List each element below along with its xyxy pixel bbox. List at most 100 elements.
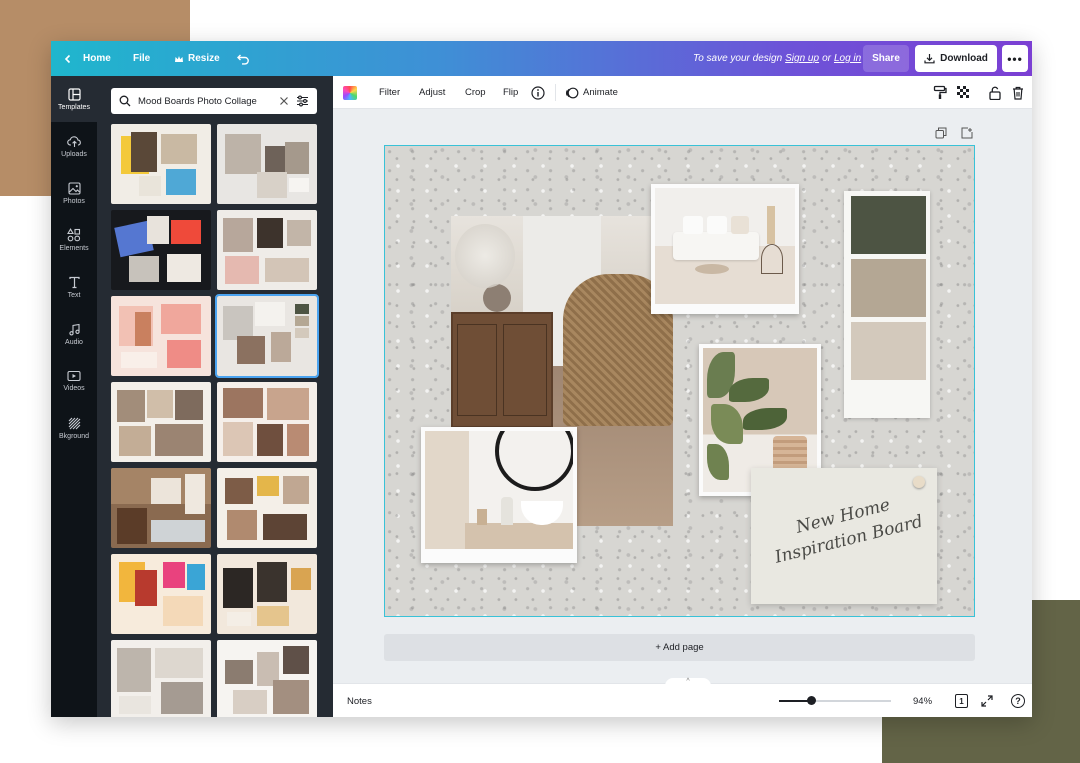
color-swatch-button[interactable] — [343, 76, 357, 109]
add-page-icon[interactable] — [961, 127, 973, 139]
template-thumbnail[interactable] — [217, 124, 317, 204]
undo-button[interactable] — [237, 41, 250, 76]
sidebar-item-uploads[interactable]: Uploads — [51, 123, 97, 169]
crop-button[interactable]: Crop — [465, 76, 486, 109]
template-thumbnail-selected[interactable] — [215, 294, 319, 378]
top-header-bar: Home File Resize To save your design Sig… — [51, 41, 1032, 76]
push-pin-icon — [913, 476, 925, 488]
filter-button[interactable]: Filter — [379, 76, 400, 109]
video-icon — [67, 370, 81, 382]
sidebar-item-elements[interactable]: Elements — [51, 217, 97, 263]
download-label: Download — [940, 53, 988, 64]
filter-sliders-icon[interactable] — [296, 95, 309, 107]
unlock-icon — [989, 86, 1001, 100]
animate-icon — [566, 87, 579, 98]
toolbar-divider — [555, 84, 556, 101]
download-button[interactable]: Download — [915, 45, 997, 72]
template-search-box[interactable] — [111, 88, 317, 114]
adjust-label: Adjust — [419, 87, 446, 98]
zoom-percentage[interactable]: 94% — [913, 684, 932, 717]
sidebar-item-label: Uploads — [61, 150, 87, 158]
sidebar-item-label: Photos — [63, 197, 85, 205]
upload-cloud-icon — [66, 135, 81, 147]
template-thumbnail[interactable] — [111, 124, 211, 204]
adjust-button[interactable]: Adjust — [419, 76, 445, 109]
notes-drawer-handle[interactable]: ^ — [665, 678, 711, 686]
zoom-slider[interactable] — [779, 696, 891, 705]
trash-icon — [1013, 86, 1023, 100]
share-button[interactable]: Share — [863, 45, 909, 72]
duplicate-page-icon[interactable] — [935, 127, 947, 139]
lock-button[interactable] — [989, 76, 1001, 109]
wall-decor — [455, 224, 515, 288]
animate-button[interactable]: Animate — [565, 76, 618, 109]
inspiration-note-card[interactable]: New Home Inspiration Board — [751, 468, 937, 604]
resize-button[interactable]: Resize — [174, 41, 220, 76]
home-button[interactable]: Home — [63, 41, 111, 76]
sidebar-item-audio[interactable]: Audio — [51, 311, 97, 357]
template-thumbnail[interactable] — [217, 468, 317, 548]
more-dots-icon: ••• — [1007, 51, 1023, 66]
clear-search-icon[interactable] — [279, 96, 289, 106]
checkerboard-transparency-icon — [957, 86, 969, 98]
image-icon — [67, 181, 81, 195]
transparency-button[interactable] — [957, 76, 970, 109]
zoom-slider-handle[interactable] — [807, 696, 817, 705]
log-in-link[interactable]: Log in — [834, 53, 861, 64]
sign-up-link[interactable]: Sign up — [785, 53, 819, 64]
template-thumbnail[interactable] — [217, 554, 317, 634]
sidebar-item-photos[interactable]: Photos — [51, 170, 97, 216]
flip-button[interactable]: Flip — [503, 76, 518, 109]
more-options-button[interactable]: ••• — [1002, 45, 1028, 72]
delete-button[interactable] — [1012, 76, 1024, 109]
template-thumbnail[interactable] — [111, 554, 211, 634]
sidebar-item-background[interactable]: Bkground — [51, 405, 97, 451]
template-thumbnail[interactable] — [111, 640, 211, 717]
notes-button[interactable]: Notes — [347, 684, 372, 717]
sidebar-item-videos[interactable]: Videos — [51, 358, 97, 404]
template-thumbnail[interactable] — [111, 296, 211, 376]
fullscreen-button[interactable] — [981, 684, 993, 717]
editor-window: Home File Resize To save your design Sig… — [51, 41, 1032, 717]
bathroom-photo — [425, 431, 573, 549]
template-thumbnail[interactable] — [217, 382, 317, 462]
template-search-input[interactable] — [138, 95, 268, 107]
color-palette-card[interactable] — [844, 191, 930, 418]
side-navigation-rail: Templates Uploads Photos Elements Text A… — [51, 76, 97, 717]
templates-icon — [67, 87, 81, 101]
sidebar-item-label: Bkground — [59, 432, 89, 440]
cabinet-door — [503, 324, 547, 416]
save-design-prompt: To save your design Sign up or Log in — [693, 41, 864, 76]
animate-label: Animate — [583, 87, 618, 98]
sidebar-item-templates[interactable]: Templates — [51, 76, 97, 122]
info-icon — [531, 85, 545, 100]
sofa-polaroid[interactable] — [651, 184, 799, 314]
mood-board-design[interactable]: New Home Inspiration Board — [384, 145, 975, 617]
help-button[interactable]: ? — [1011, 684, 1025, 717]
file-menu-button[interactable]: File — [133, 41, 150, 76]
chevron-left-icon — [64, 54, 71, 63]
bathroom-polaroid[interactable] — [421, 427, 577, 563]
add-page-button[interactable]: + Add page — [384, 634, 975, 661]
paint-roller-icon — [933, 85, 947, 99]
color-swatch-taupe — [851, 259, 926, 317]
search-icon — [119, 95, 131, 107]
undo-icon — [237, 54, 249, 65]
or-text: or — [822, 53, 831, 64]
color-swatch-dark-olive — [851, 196, 926, 254]
template-thumbnail[interactable] — [217, 640, 317, 717]
template-thumbnail[interactable] — [217, 210, 317, 290]
template-thumbnail[interactable] — [111, 382, 211, 462]
template-thumbnail[interactable] — [111, 468, 211, 548]
page-actions — [935, 127, 973, 139]
sidebar-item-text[interactable]: Text — [51, 264, 97, 310]
info-button[interactable] — [531, 76, 545, 109]
text-icon — [68, 276, 80, 288]
copy-style-button[interactable] — [933, 76, 947, 109]
template-thumbnail[interactable] — [111, 210, 211, 290]
zoom-value: 94% — [913, 695, 933, 707]
help-icon: ? — [1011, 694, 1025, 708]
resize-label: Resize — [188, 53, 220, 64]
page-count-button[interactable]: 1 — [955, 684, 968, 717]
canvas-workspace: New Home Inspiration Board + Add page — [333, 109, 1032, 683]
